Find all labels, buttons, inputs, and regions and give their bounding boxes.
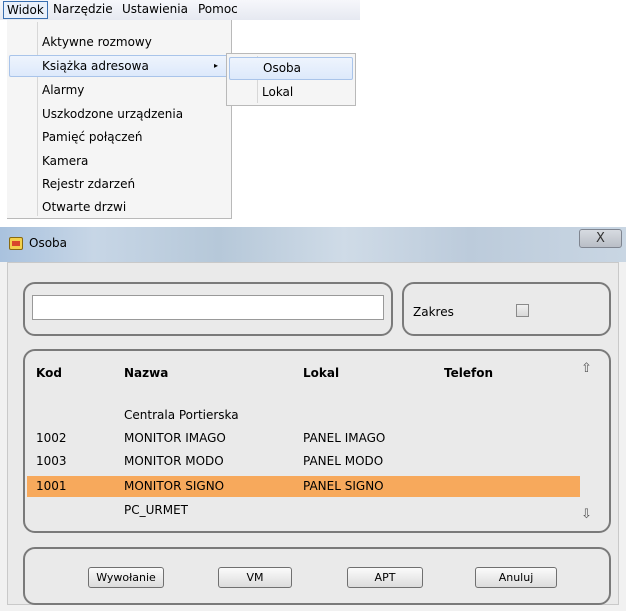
menu-item-uszkodzone-urzadzenia[interactable]: Uszkodzone urządzenia (7, 103, 232, 125)
scroll-down-icon[interactable]: ⇩ (581, 508, 592, 522)
zakres-label: Zakres (413, 305, 454, 319)
cell-kod: 1002 (36, 431, 67, 445)
menu-item-rejestr-zdarzen[interactable]: Rejestr zdarzeń (7, 173, 232, 195)
ksiazka-adresowa-submenu: Osoba Lokal (226, 53, 356, 106)
menu-item-label: Książka adresowa (42, 59, 149, 73)
zakres-checkbox[interactable] (516, 304, 529, 317)
close-button[interactable]: X (579, 229, 622, 248)
call-button[interactable]: Wywołanie (88, 567, 164, 588)
column-header-lokal[interactable]: Lokal (303, 366, 339, 380)
cell-nazwa: Centrala Portierska (124, 408, 239, 422)
menu-item-aktywne-rozmowy[interactable]: Aktywne rozmowy (7, 31, 232, 53)
menu-narzedzie[interactable]: Narzędzie (50, 1, 116, 19)
app-icon (9, 237, 23, 250)
table-row[interactable]: 1002 MONITOR IMAGO PANEL IMAGO (27, 428, 580, 449)
dialog-title: Osoba (29, 236, 68, 250)
cell-lokal: PANEL MODO (303, 454, 384, 468)
cell-nazwa: PC_URMET (124, 503, 189, 517)
column-header-kod[interactable]: Kod (36, 366, 62, 380)
menu-bar: Widok Narzędzie Ustawienia Pomoc (0, 0, 360, 20)
table-row[interactable]: 1003 MONITOR MODO PANEL MODO (27, 451, 580, 472)
menu-item-kamera[interactable]: Kamera (7, 150, 232, 172)
cell-nazwa: MONITOR IMAGO (124, 431, 226, 445)
menu-item-ksiazka-adresowa[interactable]: Książka adresowa ▸ (9, 55, 229, 77)
menu-item-pamiec-polaczen[interactable]: Pamięć połączeń (7, 126, 232, 148)
submenu-item-lokal[interactable]: Lokal (227, 81, 355, 104)
cell-kod: 1003 (36, 454, 67, 468)
dialog-titlebar: Osoba X (0, 227, 626, 262)
search-input[interactable] (32, 295, 384, 320)
cell-lokal: PANEL SIGNO (303, 479, 384, 493)
scroll-up-icon[interactable]: ⇧ (581, 362, 592, 376)
cell-nazwa: MONITOR MODO (124, 454, 224, 468)
table-row[interactable]: Centrala Portierska (27, 405, 580, 426)
table-row[interactable]: PC_URMET (27, 500, 580, 521)
cell-lokal: PANEL IMAGO (303, 431, 386, 445)
column-header-telefon[interactable]: Telefon (444, 366, 493, 380)
widok-dropdown: Aktywne rozmowy Książka adresowa ▸ Alarm… (7, 20, 232, 219)
submenu-item-osoba[interactable]: Osoba (229, 57, 353, 80)
menu-item-otwarte-drzwi[interactable]: Otwarte drzwi (7, 196, 232, 218)
cell-kod: 1001 (36, 479, 67, 493)
menu-item-alarmy[interactable]: Alarmy (7, 79, 232, 101)
cell-nazwa: MONITOR SIGNO (124, 479, 225, 493)
table-row-selected[interactable]: 1001 MONITOR SIGNO PANEL SIGNO (27, 476, 580, 497)
menu-widok[interactable]: Widok (3, 1, 48, 19)
cancel-button[interactable]: Anuluj (475, 567, 557, 588)
menu-pomoc[interactable]: Pomoc (195, 1, 241, 19)
column-header-nazwa[interactable]: Nazwa (124, 366, 168, 380)
submenu-arrow-icon: ▸ (213, 61, 218, 70)
menu-ustawienia[interactable]: Ustawienia (119, 1, 191, 19)
vm-button[interactable]: VM (218, 567, 292, 588)
apt-button[interactable]: APT (347, 567, 423, 588)
